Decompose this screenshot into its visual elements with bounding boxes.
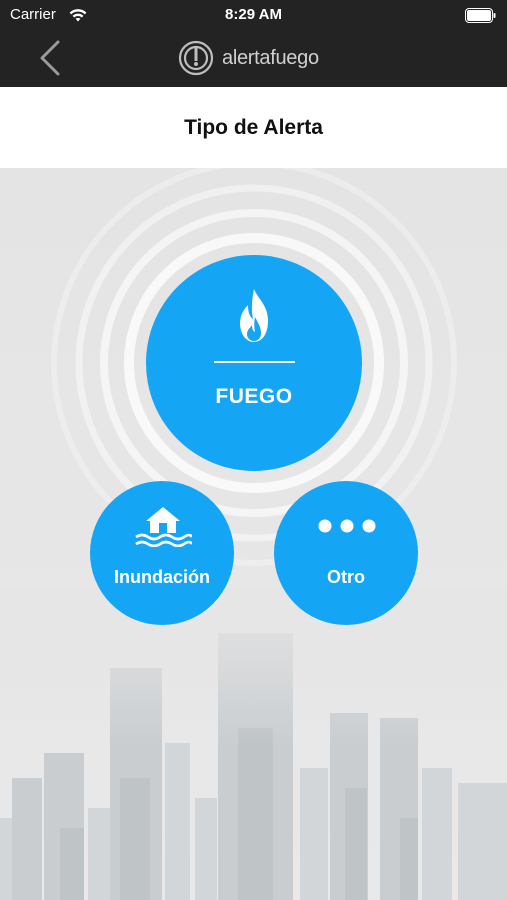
- brand-logo: alertafuego: [178, 40, 319, 76]
- battery-icon: [465, 8, 496, 23]
- fire-alert-button[interactable]: FUEGO: [146, 255, 362, 471]
- page-title: Tipo de Alerta: [184, 116, 323, 139]
- flood-alert-button[interactable]: Inundación: [90, 481, 234, 625]
- top-bar: Carrier 8:29 AM alertafuego: [0, 0, 507, 87]
- fire-divider: [214, 361, 295, 363]
- back-chevron-icon[interactable]: [36, 38, 66, 78]
- brand-name: alertafuego: [222, 46, 319, 69]
- flood-label: Inundación: [114, 567, 210, 587]
- clock: 8:29 AM: [225, 6, 282, 23]
- other-label: Otro: [327, 567, 365, 587]
- navigation-bar: alertafuego: [0, 30, 507, 87]
- other-alert-button[interactable]: Otro: [274, 481, 418, 625]
- status-bar: Carrier 8:29 AM: [0, 0, 507, 30]
- fire-label: FUEGO: [215, 385, 293, 408]
- alertafuego-logo-icon: [178, 40, 214, 76]
- flame-icon: [240, 289, 268, 342]
- flooded-house-icon: [135, 507, 192, 547]
- title-band: Tipo de Alerta: [0, 87, 507, 168]
- more-dots-icon: [318, 519, 376, 533]
